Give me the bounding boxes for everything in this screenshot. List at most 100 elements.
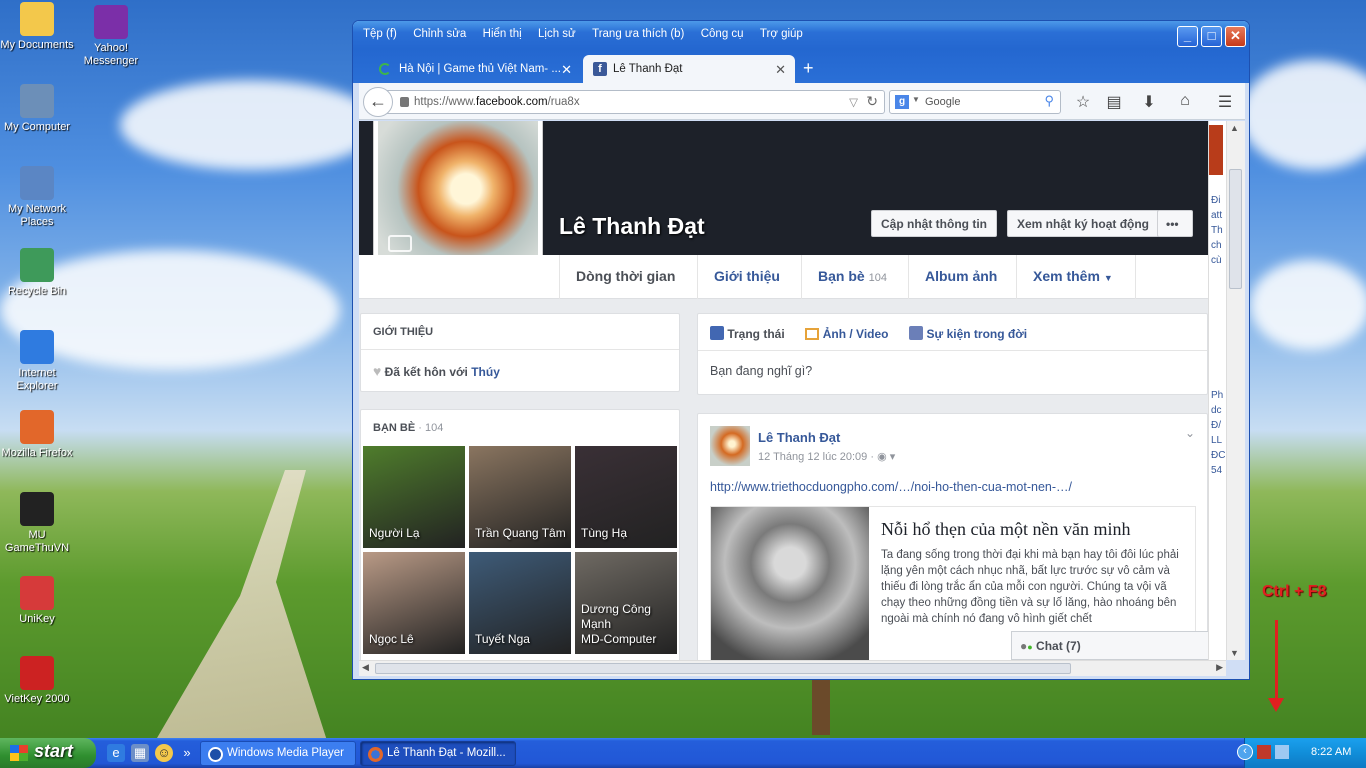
- clock[interactable]: 8:22 AM: [1311, 746, 1351, 758]
- desktop-icon-internet-explorer[interactable]: Internet Explorer: [0, 330, 74, 393]
- update-info-button[interactable]: Cập nhật thông tin: [871, 210, 997, 237]
- desktop-icon-folder-documents[interactable]: My Documents: [0, 2, 74, 52]
- tab-friends[interactable]: Bạn bè 104: [801, 255, 903, 299]
- photo-video-tab[interactable]: Ảnh / Video: [823, 327, 889, 341]
- camera-icon[interactable]: [388, 235, 412, 252]
- desktop-icon-network[interactable]: My Network Places: [0, 166, 74, 229]
- desktop-icon-mu-game[interactable]: MU GameThuVN: [0, 492, 74, 555]
- scroll-up-arrow-icon[interactable]: ▲: [1230, 123, 1239, 133]
- scroll-down-arrow-icon[interactable]: ▼: [1230, 648, 1239, 658]
- more-options-button[interactable]: •••: [1157, 210, 1193, 237]
- friend-tile[interactable]: Dương Công Mạnh MD-Computer: [575, 552, 677, 654]
- horizontal-scrollbar[interactable]: ◀ ▶: [359, 660, 1226, 676]
- taskbar-media-player[interactable]: Windows Media Player: [200, 741, 356, 766]
- quicklaunch-ie-icon[interactable]: e: [107, 744, 125, 762]
- scroll-thumb[interactable]: [1229, 169, 1242, 289]
- tab-hanoi[interactable]: Hà Nội | Game thủ Việt Nam- ... ✕: [359, 55, 581, 83]
- maximize-button[interactable]: □: [1201, 26, 1222, 47]
- vertical-scrollbar[interactable]: ▲ ▼: [1226, 121, 1245, 660]
- chat-bar[interactable]: ●● Chat (7): [1011, 631, 1217, 660]
- tab-timeline[interactable]: Dòng thời gian: [559, 255, 691, 299]
- new-tab-button[interactable]: +: [803, 58, 814, 79]
- scroll-right-arrow-icon[interactable]: ▶: [1216, 662, 1223, 673]
- tab-facebook[interactable]: f Lê Thanh Đạt ✕: [583, 55, 795, 83]
- reload-icon[interactable]: ↻: [866, 93, 878, 110]
- tab-bar: Hà Nội | Game thủ Việt Nam- ... ✕ f Lê T…: [353, 49, 1249, 83]
- post-avatar[interactable]: [710, 426, 750, 466]
- friends-header[interactable]: BẠN BÈ · 104: [361, 410, 679, 434]
- desktop-icon-firefox[interactable]: Mozilla Firefox: [0, 410, 74, 460]
- friend-tile[interactable]: Trần Quang Tâm: [469, 446, 571, 548]
- url-bar[interactable]: https://www.facebook.com/rua8x ▽ ↻: [385, 90, 885, 114]
- downloads-icon[interactable]: ⬇: [1139, 92, 1159, 112]
- dropdown-icon[interactable]: ▽: [849, 95, 858, 109]
- friend-tile[interactable]: Người Lạ: [363, 446, 465, 548]
- tray-expand-icon[interactable]: ‹: [1237, 744, 1253, 760]
- tray-network-icon[interactable]: [1275, 745, 1289, 759]
- minimize-button[interactable]: _: [1177, 26, 1198, 47]
- ticker-snippet[interactable]: ĐC: [1211, 448, 1226, 463]
- menu-file[interactable]: Tệp (f): [363, 28, 397, 40]
- bookmarks-menu-icon[interactable]: ▤: [1104, 92, 1124, 112]
- menu-help[interactable]: Trợ giúp: [760, 28, 803, 40]
- profile-name[interactable]: Lê Thanh Đạt: [559, 213, 705, 240]
- activity-log-button[interactable]: Xem nhật ký hoạt động: [1007, 210, 1160, 237]
- post-link[interactable]: http://www.triethocduongpho.com/…/noi-ho…: [710, 480, 1072, 494]
- start-button[interactable]: start: [0, 738, 96, 768]
- desktop-icon-recycle-bin[interactable]: Recycle Bin: [0, 248, 74, 298]
- menu-tools[interactable]: Công cụ: [701, 28, 744, 40]
- friend-tile[interactable]: Tuyết Nga: [469, 552, 571, 654]
- tray-app-icon[interactable]: [1257, 745, 1271, 759]
- ticker-snippet[interactable]: 54: [1211, 463, 1226, 478]
- quicklaunch-show-desktop-icon[interactable]: ▦: [131, 744, 149, 762]
- desktop-icon-yahoo-messenger[interactable]: Yahoo! Messenger: [74, 5, 148, 68]
- friend-tile[interactable]: Tùng Hạ: [575, 446, 677, 548]
- home-icon[interactable]: ⌂: [1175, 92, 1195, 110]
- hscroll-thumb[interactable]: [375, 663, 1071, 674]
- life-event-tab[interactable]: Sự kiện trong đời: [927, 327, 1028, 341]
- scroll-left-arrow-icon[interactable]: ◀: [362, 662, 369, 673]
- close-window-button[interactable]: ✕: [1225, 26, 1246, 47]
- quicklaunch-more-icon[interactable]: »: [178, 744, 196, 762]
- ticker-snippet[interactable]: ch: [1211, 238, 1226, 253]
- menu-history[interactable]: Lịch sử: [538, 28, 576, 40]
- ticker-snippet[interactable]: dc: [1211, 403, 1226, 418]
- desktop-icon-label: MU GameThuVN: [4, 529, 70, 554]
- ticker-snippet[interactable]: Đ/: [1211, 418, 1226, 433]
- back-button[interactable]: ←: [363, 87, 393, 117]
- menu-edit[interactable]: Chỉnh sửa: [413, 28, 466, 40]
- ticker-snippet[interactable]: att: [1211, 208, 1226, 223]
- hamburger-menu-icon[interactable]: ☰: [1215, 92, 1235, 112]
- friend-tile[interactable]: Ngọc Lê: [363, 552, 465, 654]
- ticker-snippet[interactable]: LL: [1211, 433, 1226, 448]
- tab-photos[interactable]: Album ảnh: [908, 255, 1013, 299]
- composer-input[interactable]: Bạn đang nghĩ gì?: [698, 351, 1207, 391]
- search-icon[interactable]: ⚲: [1044, 93, 1054, 109]
- desktop-icon-computer[interactable]: My Computer: [0, 84, 74, 134]
- ticker-snippet[interactable]: Th: [1211, 223, 1226, 238]
- windows-flag-icon: [10, 745, 28, 761]
- close-tab-icon[interactable]: ✕: [561, 62, 572, 78]
- search-box[interactable]: g ▼ Google ⚲: [889, 90, 1061, 114]
- ticker-snippet[interactable]: cù: [1211, 253, 1226, 268]
- close-tab-icon[interactable]: ✕: [775, 62, 786, 78]
- desktop-icon-unikey[interactable]: UniKey: [0, 576, 74, 626]
- menu-view[interactable]: Hiển thị: [483, 28, 522, 40]
- post-options-chevron-icon[interactable]: ⌄: [1185, 426, 1195, 440]
- spouse-link[interactable]: Thúy: [471, 365, 500, 379]
- quicklaunch-messenger-icon[interactable]: ☺: [155, 744, 173, 762]
- ticker-snippet[interactable]: Ph: [1211, 388, 1226, 403]
- tab-about[interactable]: Giới thiệu: [697, 255, 796, 299]
- menu-bookmarks[interactable]: Trang ưa thích (b): [592, 28, 684, 40]
- ticker-snippet[interactable]: Đi: [1211, 193, 1226, 208]
- taskbar-firefox[interactable]: Lê Thanh Đạt - Mozill...: [360, 741, 516, 766]
- start-label: start: [34, 741, 74, 761]
- privacy-globe-icon[interactable]: ◉ ▾: [877, 451, 895, 463]
- desktop-icon-vietkey[interactable]: VietKey 2000: [0, 656, 74, 706]
- bookmark-star-icon[interactable]: ☆: [1073, 92, 1093, 112]
- search-engine-dropdown-icon[interactable]: ▼: [912, 95, 920, 104]
- tab-more[interactable]: Xem thêm ▼: [1016, 255, 1136, 299]
- post-time-text[interactable]: 12 Tháng 12 lúc 20:09 ·: [758, 451, 874, 463]
- status-tab[interactable]: Trạng thái: [727, 327, 784, 341]
- post-author[interactable]: Lê Thanh Đạt: [758, 430, 840, 445]
